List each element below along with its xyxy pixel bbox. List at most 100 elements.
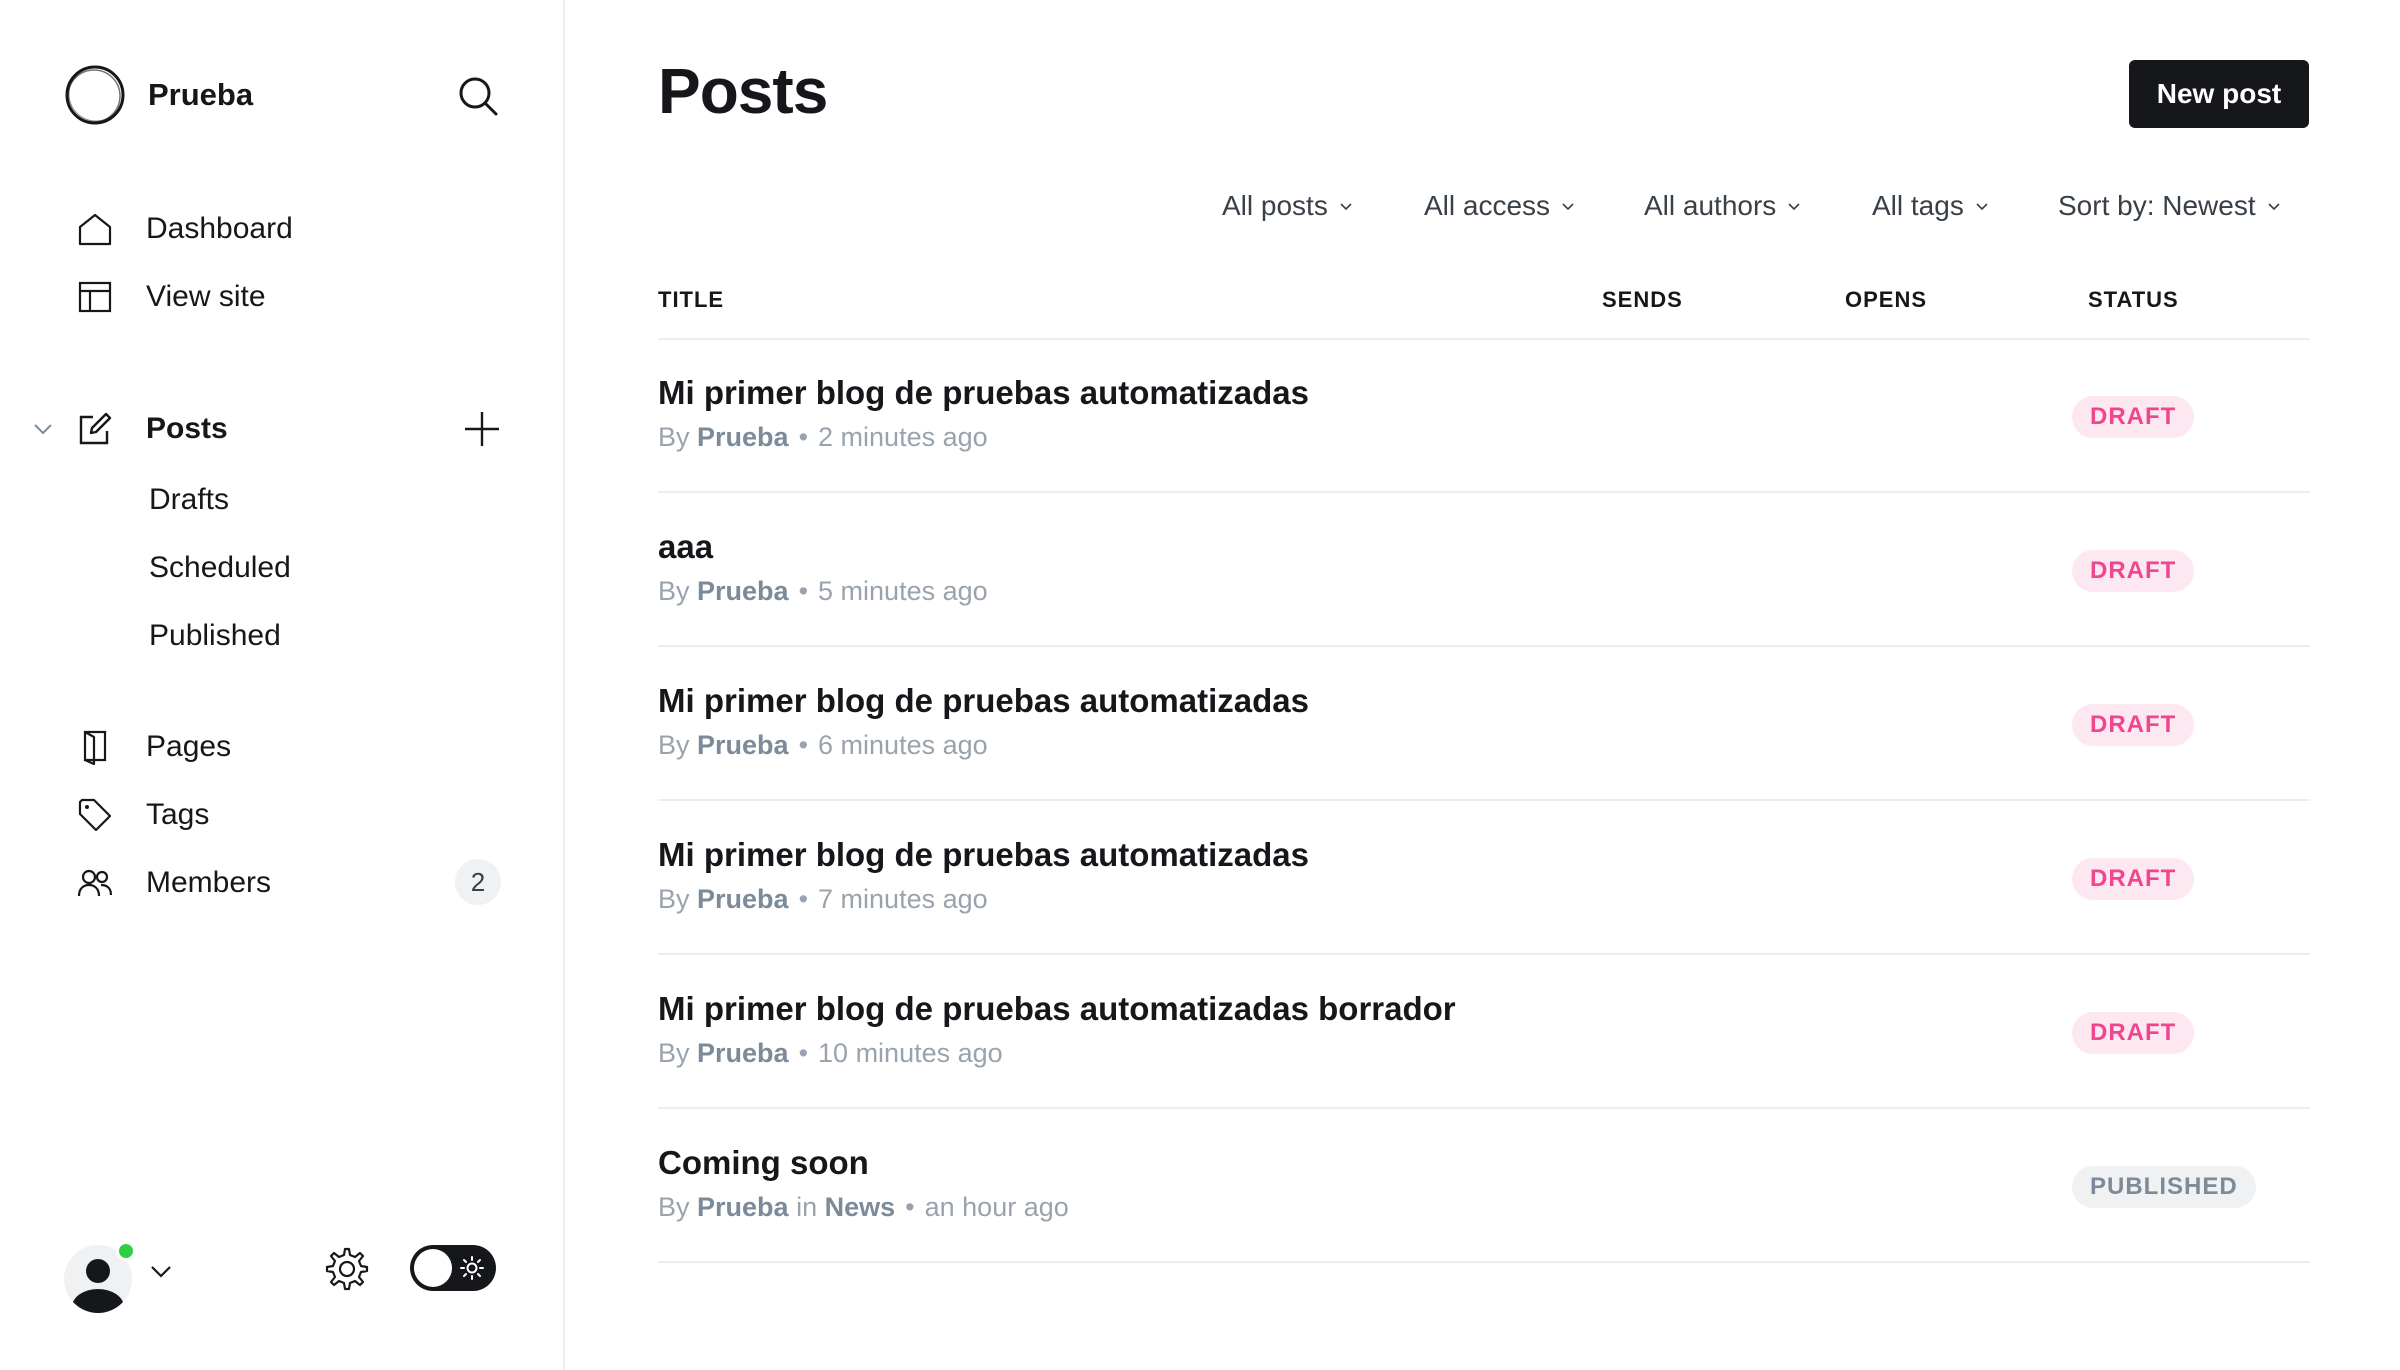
theme-toggle[interactable] bbox=[410, 1245, 496, 1291]
filter-label: All access bbox=[1424, 190, 1551, 221]
meta-separator: • bbox=[798, 884, 809, 914]
column-header-sends: SENDS bbox=[1602, 287, 1683, 312]
table-row[interactable]: Mi primer blog de pruebas automatizadas B… bbox=[658, 340, 2310, 493]
nav-pages[interactable]: Pages bbox=[76, 728, 231, 766]
toggle-knob bbox=[414, 1249, 452, 1287]
table-row[interactable]: aaa By Prueba • 5 minutes ago DRAFT bbox=[658, 494, 2310, 647]
nav-view-site[interactable]: View site bbox=[76, 278, 266, 316]
filter-all-access[interactable]: All access bbox=[1424, 190, 1576, 222]
sort-label: Sort by: Newest bbox=[2058, 190, 2256, 221]
post-author: Prueba bbox=[697, 576, 789, 606]
chevron-down-icon bbox=[1340, 203, 1352, 211]
post-tag: News bbox=[824, 1192, 896, 1222]
status-badge: DRAFT bbox=[2072, 396, 2195, 438]
post-author: Prueba bbox=[697, 1038, 789, 1068]
post-title: aaa bbox=[658, 528, 714, 565]
post-author: Prueba bbox=[697, 730, 789, 760]
column-header-status: STATUS bbox=[2088, 287, 2179, 312]
table-row[interactable]: Coming soon By Prueba in News • an hour ago… bbox=[658, 1110, 2310, 1263]
sidebar: Prueba Dashboard View site Posts Drafts … bbox=[0, 0, 565, 1370]
nav-scheduled[interactable]: Scheduled bbox=[149, 551, 291, 585]
add-post-icon[interactable] bbox=[462, 409, 502, 449]
post-time: 6 minutes ago bbox=[818, 730, 988, 760]
post-time: an hour ago bbox=[924, 1192, 1069, 1222]
settings-gear-icon[interactable] bbox=[324, 1246, 370, 1292]
post-time: 10 minutes ago bbox=[818, 1038, 1003, 1068]
sort-dropdown[interactable]: Sort by: Newest bbox=[2058, 190, 2282, 222]
post-author: Prueba bbox=[697, 422, 789, 452]
filter-label: All authors bbox=[1644, 190, 1777, 221]
chevron-down-icon bbox=[1562, 203, 1574, 211]
post-by: By bbox=[658, 576, 690, 606]
filter-all-tags[interactable]: All tags bbox=[1872, 190, 1990, 222]
meta-separator: • bbox=[905, 1192, 915, 1222]
nav-published[interactable]: Published bbox=[149, 619, 281, 653]
nav-posts[interactable]: Posts bbox=[76, 410, 228, 448]
site-logo-icon bbox=[65, 65, 125, 125]
post-title: Mi primer blog de pruebas automatizadas bbox=[658, 682, 1309, 719]
layout-icon bbox=[76, 278, 114, 316]
post-time: 2 minutes ago bbox=[818, 422, 988, 452]
meta-separator: • bbox=[798, 576, 809, 606]
post-author: Prueba bbox=[697, 1192, 789, 1222]
table-row[interactable]: Mi primer blog de pruebas automatizadas … bbox=[658, 956, 2310, 1109]
members-count-badge: 2 bbox=[455, 859, 501, 905]
nav-posts-label: Posts bbox=[146, 412, 228, 445]
chevron-down-icon[interactable] bbox=[30, 416, 56, 442]
brand[interactable]: Prueba bbox=[64, 64, 253, 126]
post-time: 5 minutes ago bbox=[818, 576, 988, 606]
post-meta: By Prueba • 6 minutes ago bbox=[658, 730, 988, 761]
status-badge: PUBLISHED bbox=[2072, 1166, 2256, 1208]
post-meta: By Prueba • 10 minutes ago bbox=[658, 1038, 1003, 1069]
home-icon bbox=[76, 210, 114, 248]
nav-drafts[interactable]: Drafts bbox=[149, 483, 229, 517]
column-header-opens: OPENS bbox=[1845, 287, 1928, 312]
site-name: Prueba bbox=[148, 77, 254, 112]
pages-icon bbox=[76, 728, 114, 766]
post-title: Mi primer blog de pruebas automatizadas bbox=[658, 836, 1309, 873]
post-title: Mi primer blog de pruebas automatizadas bbox=[658, 374, 1309, 411]
sun-icon bbox=[460, 1256, 484, 1280]
post-by: By bbox=[658, 1038, 690, 1068]
post-by: By bbox=[658, 1192, 690, 1222]
column-header-title: TITLE bbox=[658, 287, 725, 312]
nav-members-label: Members bbox=[146, 866, 272, 899]
post-meta: By Prueba • 2 minutes ago bbox=[658, 422, 988, 453]
chevron-down-icon[interactable] bbox=[146, 1256, 176, 1286]
chevron-down-icon bbox=[2268, 203, 2280, 211]
table-row[interactable]: Mi primer blog de pruebas automatizadas B… bbox=[658, 802, 2310, 955]
post-time: 7 minutes ago bbox=[818, 884, 988, 914]
post-title: Mi primer blog de pruebas automatizadas … bbox=[658, 990, 1456, 1027]
tag-icon bbox=[76, 796, 114, 834]
new-post-button[interactable]: New post bbox=[2129, 60, 2309, 128]
meta-separator: • bbox=[798, 730, 809, 760]
post-meta: By Prueba • 7 minutes ago bbox=[658, 884, 988, 915]
edit-icon bbox=[76, 410, 114, 448]
nav-view-site-label: View site bbox=[146, 280, 266, 313]
post-author: Prueba bbox=[697, 884, 789, 914]
filter-label: All posts bbox=[1222, 190, 1328, 221]
post-meta: By Prueba in News • an hour ago bbox=[658, 1192, 1069, 1223]
status-badge: DRAFT bbox=[2072, 858, 2195, 900]
post-title: Coming soon bbox=[658, 1144, 869, 1181]
members-icon bbox=[76, 864, 114, 902]
page-title: Posts bbox=[658, 55, 828, 127]
status-badge: DRAFT bbox=[2072, 550, 2195, 592]
nav-members[interactable]: Members bbox=[76, 864, 271, 902]
filter-all-authors[interactable]: All authors bbox=[1644, 190, 1802, 222]
nav-tags[interactable]: Tags bbox=[76, 796, 209, 834]
nav-pages-label: Pages bbox=[146, 730, 232, 763]
nav-dashboard[interactable]: Dashboard bbox=[76, 210, 293, 248]
online-status-dot bbox=[116, 1241, 136, 1261]
meta-separator: • bbox=[798, 1038, 809, 1068]
nav-tags-label: Tags bbox=[146, 798, 210, 831]
status-badge: DRAFT bbox=[2072, 1012, 2195, 1054]
avatar[interactable] bbox=[64, 1241, 136, 1313]
table-row[interactable]: Mi primer blog de pruebas automatizadas B… bbox=[658, 648, 2310, 801]
post-in: in bbox=[796, 1192, 818, 1222]
search-icon[interactable] bbox=[456, 74, 500, 118]
post-by: By bbox=[658, 884, 690, 914]
post-meta: By Prueba • 5 minutes ago bbox=[658, 576, 988, 607]
meta-separator: • bbox=[798, 422, 809, 452]
filter-all-posts[interactable]: All posts bbox=[1222, 190, 1354, 222]
